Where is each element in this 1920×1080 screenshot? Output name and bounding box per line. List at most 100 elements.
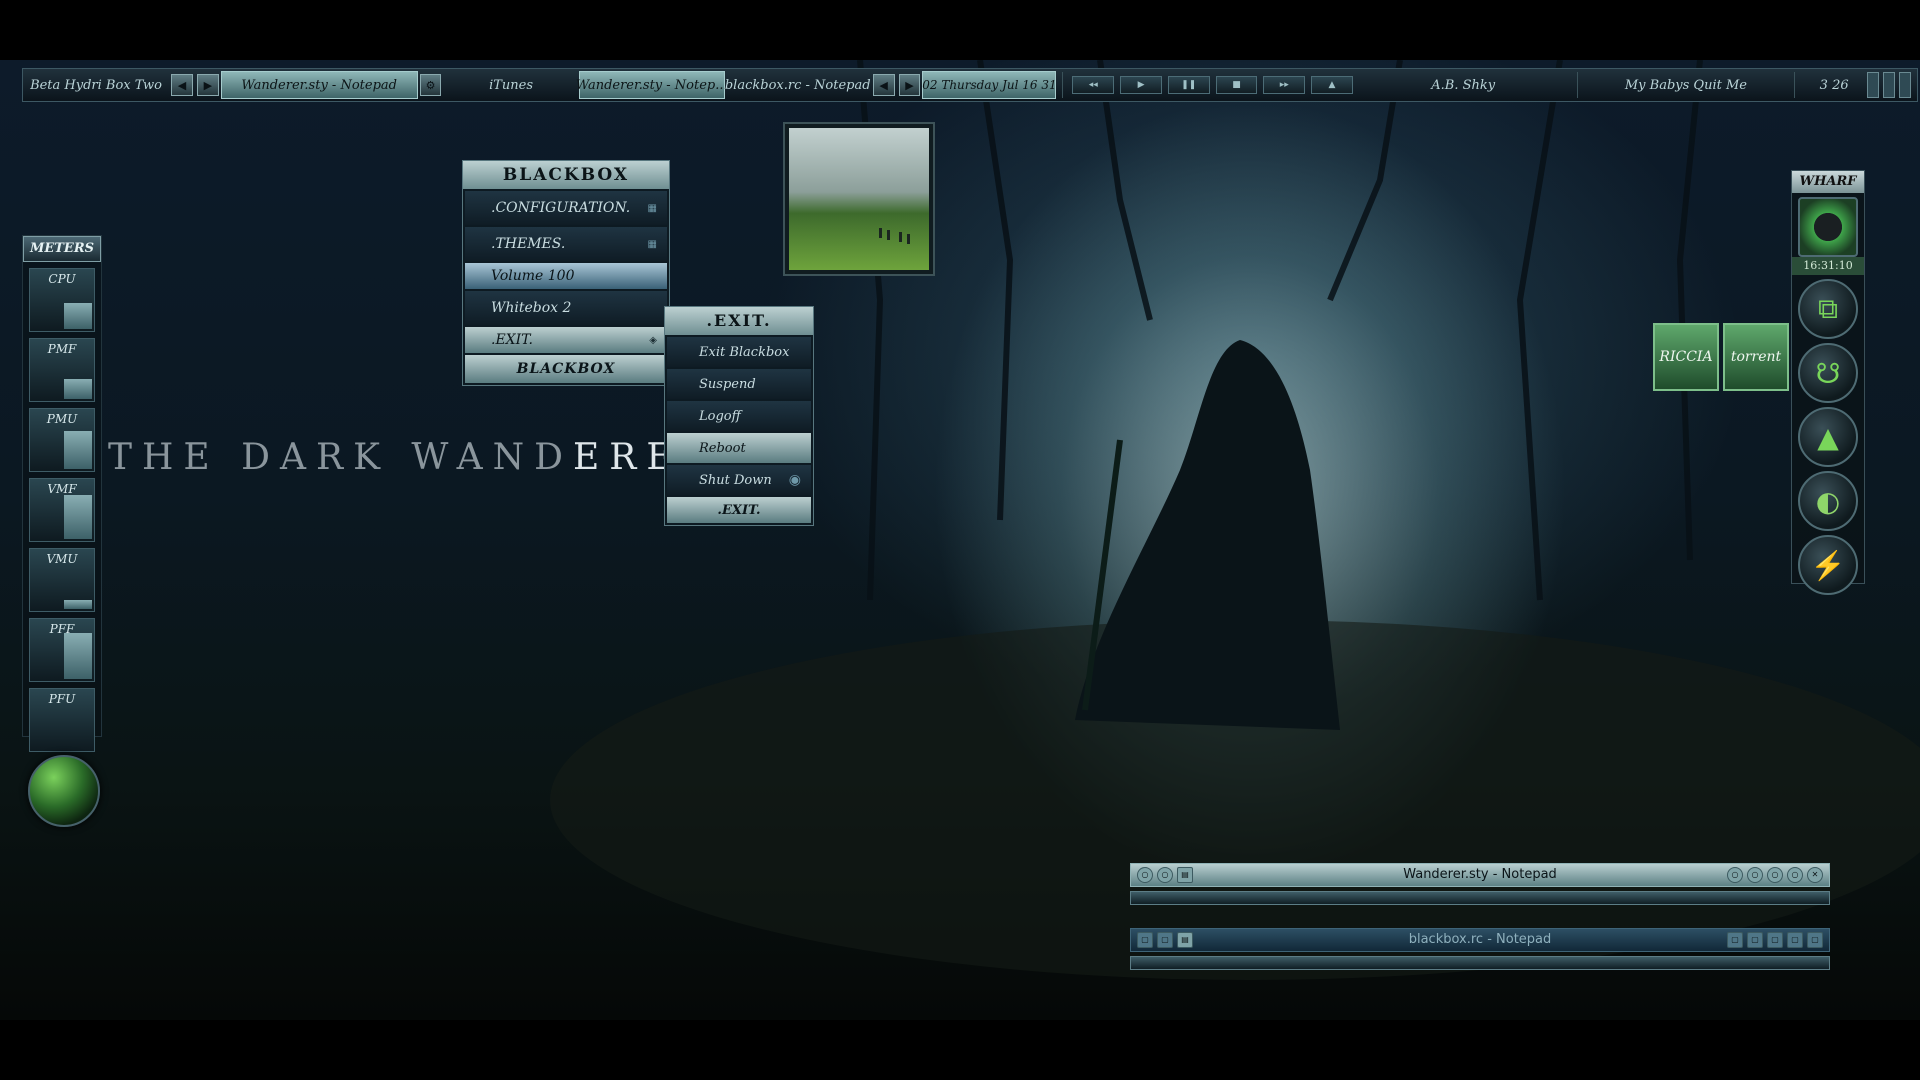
play-button[interactable]: ▶	[1120, 76, 1162, 94]
globe-icon[interactable]	[28, 755, 100, 827]
exit-submenu-footer[interactable]: .EXIT.	[667, 497, 811, 523]
meter-pmu: PMU	[29, 408, 95, 472]
dock-bolt-icon[interactable]: ⚡	[1798, 535, 1858, 595]
menu-item-exit[interactable]: .EXIT. ◈	[465, 327, 667, 353]
window-title: blackbox.rc - Notepad	[1408, 932, 1552, 947]
close-icon[interactable]: ✕	[1807, 867, 1823, 883]
eject-button[interactable]: ▲	[1311, 76, 1353, 94]
minimize-icon[interactable]: ○	[1727, 867, 1743, 883]
desktop-title-dim: THE DARK WAND	[108, 437, 574, 478]
meters-header: METERS	[23, 236, 101, 262]
blackbox-menu-title[interactable]: BLACKBOX	[463, 161, 669, 189]
dock-square-arrow-icon[interactable]: ⧉	[1798, 279, 1858, 339]
tray-button-1[interactable]	[1867, 72, 1879, 98]
meter-vmu: VMU	[29, 548, 95, 612]
maximize-icon[interactable]: ▢	[1787, 932, 1803, 948]
workspace-name[interactable]: Wanderer.sty - Notepad	[220, 71, 418, 99]
menu-item-suspend[interactable]: Suspend	[667, 369, 811, 399]
window-handle[interactable]	[1130, 891, 1830, 905]
stop-button[interactable]: ■	[1215, 76, 1258, 94]
window-titlebar[interactable]: ○ ○ ▤ Wanderer.sty - Notepad ○ ○ ○ ○ ✕	[1130, 863, 1830, 887]
window-left-buttons: ▢ ▢ ▤	[1137, 932, 1193, 948]
blackbox-menu: BLACKBOX .CONFIGURATION. ▦ .THEMES. ▦ Volu…	[462, 160, 670, 386]
meter-vmf: VMF	[29, 478, 95, 542]
window-shade-icon[interactable]: ○	[1157, 867, 1173, 883]
menu-item-logoff[interactable]: Logoff	[667, 401, 811, 431]
album-art-widget[interactable]	[783, 122, 935, 276]
maximize-icon[interactable]: ○	[1787, 867, 1803, 883]
menu-item-shut-down[interactable]: Shut Down ◉	[667, 465, 811, 495]
iconify-icon[interactable]: ○	[1767, 867, 1783, 883]
menu-item-volume[interactable]: Volume 100	[465, 263, 667, 289]
shade-icon[interactable]: ○	[1747, 867, 1763, 883]
wanderer-figure	[1075, 340, 1340, 730]
dock-circle-icon[interactable]	[1798, 197, 1858, 257]
exit-submenu: .EXIT. Exit Blackbox Suspend Logoff Rebo…	[664, 306, 814, 526]
submenu-arrow-icon: ◈	[649, 334, 657, 346]
meter-bar	[64, 379, 92, 399]
meter-bar	[64, 303, 92, 329]
close-icon[interactable]: ▢	[1807, 932, 1823, 948]
window-shade-icon[interactable]: ▢	[1157, 932, 1173, 948]
iconify-icon[interactable]: ▢	[1767, 932, 1783, 948]
fast-forward-button[interactable]: ▸▸	[1263, 76, 1306, 94]
minimize-icon[interactable]: ▢	[1727, 932, 1743, 948]
window-left-buttons: ○ ○ ▤	[1137, 867, 1193, 883]
wharf-dock: WHARF 16:31:10 ⧉ ☋ ▲ ◐ ⚡	[1791, 170, 1865, 595]
meter-pmf: PMF	[29, 338, 95, 402]
menu-item-whitebox[interactable]: Whitebox 2	[465, 291, 667, 325]
wharf-clock: 16:31:10	[1792, 257, 1864, 275]
album-figures	[879, 228, 910, 244]
toolbar-clock: 02 Thursday Jul 16 31	[922, 71, 1057, 99]
meter-bar	[64, 431, 92, 469]
now-playing-artist: A.B. Shky	[1431, 77, 1496, 93]
pause-button[interactable]: ❚❚	[1167, 76, 1210, 94]
dock-triangle-icon[interactable]: ▲	[1798, 407, 1858, 467]
notepad-app-icon: ▤	[1177, 932, 1193, 948]
window-menu-icon[interactable]: ▢	[1137, 932, 1153, 948]
tile-riccia[interactable]: RICCIA	[1653, 323, 1719, 391]
window-blackbox-rc-notepad[interactable]: ▢ ▢ ▤ blackbox.rc - Notepad ▢ ▢ ▢ ▢ ▢	[1130, 928, 1830, 972]
exit-submenu-title[interactable]: .EXIT.	[665, 307, 813, 335]
dock-swirl-icon[interactable]: ☋	[1798, 343, 1858, 403]
mouse-cursor-icon: ◉	[788, 472, 801, 488]
window-wanderer-notepad[interactable]: ○ ○ ▤ Wanderer.sty - Notepad ○ ○ ○ ○ ✕	[1130, 863, 1830, 907]
launcher-tiles: RICCIA torrent	[1653, 323, 1789, 391]
tray-button-3[interactable]	[1899, 72, 1911, 98]
menu-item-themes[interactable]: .THEMES. ▦	[465, 227, 667, 261]
workspace-settings-icon[interactable]: ⚙	[419, 74, 442, 96]
meters-panel: METERS CPU PMF PMU VMF VMU PFF PFU	[22, 235, 102, 752]
task-wanderer[interactable]: Wanderer.sty - Notep...	[576, 71, 728, 99]
window-menu-icon[interactable]: ○	[1137, 867, 1153, 883]
meter-bar	[64, 633, 92, 679]
window-title: Wanderer.sty - Notepad	[1403, 867, 1557, 882]
window-right-buttons: ▢ ▢ ▢ ▢ ▢	[1727, 932, 1823, 948]
tray-button-2[interactable]	[1883, 72, 1895, 98]
menu-item-configuration[interactable]: .CONFIGURATION. ▦	[465, 191, 667, 225]
blackbox-menu-footer[interactable]: BLACKBOX	[465, 355, 667, 383]
window-titlebar[interactable]: ▢ ▢ ▤ blackbox.rc - Notepad ▢ ▢ ▢ ▢ ▢	[1130, 928, 1830, 952]
task-itunes[interactable]: iTunes	[443, 72, 578, 98]
toolbar-divider	[1062, 72, 1064, 98]
meter-bar	[64, 495, 92, 539]
shade-icon[interactable]: ▢	[1747, 932, 1763, 948]
prev-workspace-button[interactable]: ◀	[171, 74, 193, 96]
wharf-header: WHARF	[1792, 171, 1864, 193]
dock-orb-icon[interactable]: ◐	[1798, 471, 1858, 531]
menu-item-reboot[interactable]: Reboot	[667, 433, 811, 463]
meter-pff: PFF	[29, 618, 95, 682]
toolbar-label: Beta Hydri Box Two	[30, 77, 162, 93]
album-cover	[789, 128, 929, 270]
menu-item-exit-blackbox[interactable]: Exit Blackbox	[667, 337, 811, 367]
meter-cpu: CPU	[29, 268, 95, 332]
next-task-button[interactable]: ▶	[898, 74, 921, 96]
window-handle[interactable]	[1130, 956, 1830, 970]
next-workspace-button[interactable]: ▶	[196, 74, 219, 96]
task-blackbox-rc[interactable]: blackbox.rc - Notepad	[725, 72, 871, 98]
submenu-icon: ▦	[647, 238, 657, 250]
rewind-button[interactable]: ◂◂	[1072, 76, 1115, 94]
track-time: 3 26	[1819, 77, 1849, 93]
prev-task-button[interactable]: ◀	[872, 74, 895, 96]
tile-torrent[interactable]: torrent	[1723, 323, 1789, 391]
window-right-buttons: ○ ○ ○ ○ ✕	[1727, 867, 1823, 883]
